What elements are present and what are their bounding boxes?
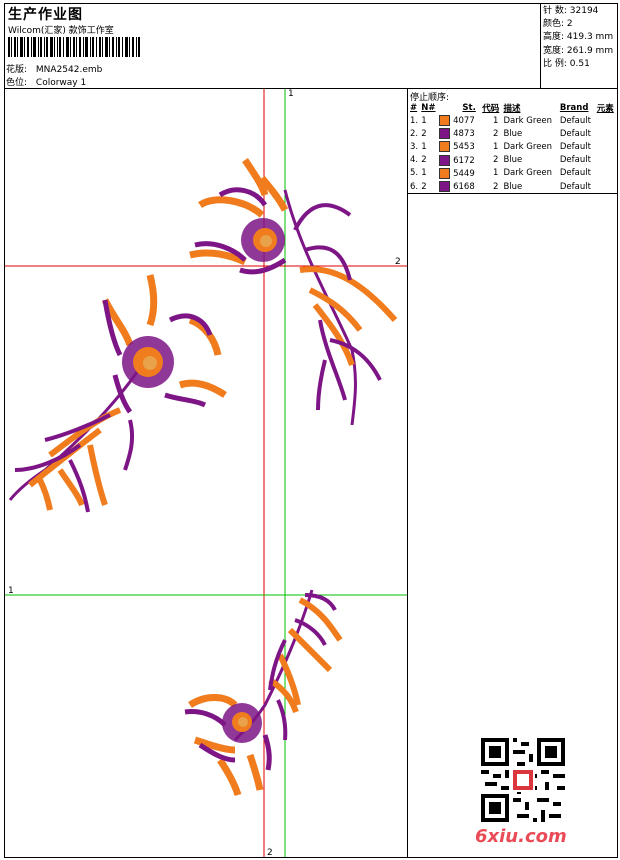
- row-desc: Dark Green: [503, 168, 553, 179]
- color-swatch: [439, 167, 451, 179]
- col-code: 代码: [482, 104, 500, 114]
- table-row: 5. 1 5449 1 Dark Green Default: [409, 167, 617, 180]
- row-code: 6172: [438, 154, 481, 167]
- row-brand: Default: [559, 181, 591, 192]
- table-row: 2. 2 4873 2 Blue Default: [409, 127, 617, 140]
- watermark-brand: 6xiu.com: [475, 826, 567, 847]
- row-st: 2: [493, 181, 499, 192]
- row-code: 5449: [438, 167, 481, 180]
- colorway-label: 色位:: [6, 78, 28, 88]
- color-swatch: [439, 154, 451, 166]
- peacock-feather-bottom: [184, 589, 343, 797]
- colorway-line: 色位: Colorway 1: [6, 75, 86, 88]
- guide-label-right: 2: [395, 257, 401, 267]
- row-index: 4.: [410, 155, 419, 166]
- row-index: 5.: [410, 168, 419, 179]
- row-st: 2: [493, 155, 499, 166]
- guide-label-bottom: 2: [267, 848, 273, 857]
- colorway-value: Colorway 1: [35, 78, 87, 88]
- table-row: 3. 1 5453 1 Dark Green Default: [409, 140, 617, 153]
- row-needle: 2: [421, 155, 427, 166]
- col-element: 元素: [596, 104, 614, 114]
- row-needle: 1: [421, 141, 427, 152]
- row-brand: Default: [559, 141, 591, 152]
- stats-panel: 针 数: 32194 颜色: 2 高度: 419.3 mm 宽度: 261.9 …: [543, 5, 613, 71]
- row-code: 4873: [438, 127, 481, 140]
- table-row: 1. 1 4077 1 Dark Green Default: [409, 114, 617, 127]
- row-desc: Blue: [503, 181, 523, 192]
- row-st: 1: [493, 115, 499, 126]
- col-swatch: St.: [462, 103, 476, 113]
- table-bottom-line: [408, 193, 618, 194]
- row-index: 1.: [410, 115, 419, 126]
- header-divider: [540, 3, 541, 88]
- row-code: 5453: [438, 140, 481, 153]
- peacock-feather-left: [8, 274, 227, 513]
- barcode: [8, 37, 140, 57]
- color-swatch: [439, 115, 451, 127]
- guide-label-top: 1: [288, 89, 294, 99]
- row-needle: 1: [421, 168, 427, 179]
- row-desc: Blue: [503, 155, 523, 166]
- table-row: 6. 2 6168 2 Blue Default: [409, 180, 617, 193]
- peacock-feather-top-right: [189, 158, 398, 426]
- pattern-line: 花版: MNA2542.emb: [6, 62, 102, 75]
- row-st: 1: [493, 141, 499, 152]
- guide-label-left: 1: [8, 586, 14, 596]
- row-index: 3.: [410, 141, 419, 152]
- row-brand: Default: [559, 115, 591, 126]
- row-brand: Default: [559, 128, 591, 139]
- pattern-value: MNA2542.emb: [35, 65, 103, 75]
- col-index: #: [410, 103, 418, 113]
- table-row: 4. 2 6172 2 Blue Default: [409, 154, 617, 167]
- row-needle: 2: [421, 181, 427, 192]
- sheet-title: 生产作业图: [8, 7, 83, 23]
- stat-height: 高度: 419.3 mm: [543, 32, 614, 43]
- design-canvas: 1 2 1 2: [5, 89, 407, 857]
- col-desc: 描述: [503, 104, 521, 114]
- stop-sequence-table: # N# St. 代码 描述 Brand 元素 1. 1 4077 1 Dark Gr…: [409, 102, 617, 193]
- qr-code: [481, 738, 565, 822]
- row-needle: 1: [421, 115, 427, 126]
- row-needle: 2: [421, 128, 427, 139]
- canvas-divider: [407, 88, 408, 858]
- row-brand: Default: [559, 155, 591, 166]
- row-code: 4077: [438, 114, 481, 127]
- table-header-row: # N# St. 代码 描述 Brand 元素: [409, 102, 617, 114]
- row-desc: Blue: [503, 128, 523, 139]
- color-swatch: [439, 128, 451, 140]
- row-st: 2: [493, 128, 499, 139]
- col-needle: N#: [421, 103, 436, 113]
- color-swatch: [439, 181, 451, 193]
- col-brand: Brand: [559, 103, 589, 113]
- pattern-label: 花版:: [6, 65, 28, 75]
- stat-scale: 比 例: 0.51: [543, 58, 590, 69]
- row-code: 6168: [438, 180, 481, 193]
- stat-stitches: 针 数: 32194: [543, 6, 599, 16]
- row-index: 6.: [410, 181, 419, 192]
- color-swatch: [439, 141, 451, 153]
- row-st: 1: [493, 168, 499, 179]
- row-brand: Default: [559, 168, 591, 179]
- row-desc: Dark Green: [503, 141, 553, 152]
- studio-name: Wilcom(汇家) 款饰工作室: [8, 26, 114, 36]
- row-desc: Dark Green: [503, 115, 553, 126]
- row-index: 2.: [410, 128, 419, 139]
- stat-colors: 颜色: 2: [543, 19, 573, 30]
- stat-width: 宽度: 261.9 mm: [543, 45, 614, 56]
